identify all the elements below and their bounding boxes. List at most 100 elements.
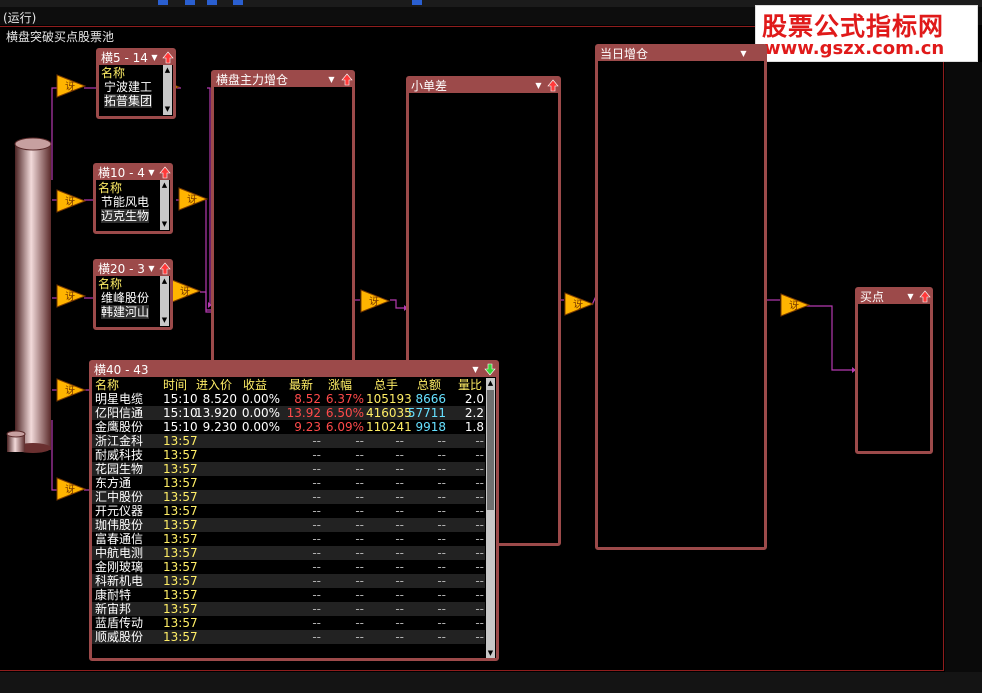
arrow-up-icon[interactable] bbox=[159, 166, 171, 179]
trigger-icon[interactable]: 讶 bbox=[56, 477, 87, 501]
table-row[interactable]: 蓝盾传动 13:57 -- -- -- -- -- bbox=[92, 616, 485, 630]
arrow-down-icon[interactable] bbox=[484, 363, 496, 376]
list-item[interactable]: 宁波建工 bbox=[104, 80, 152, 94]
cell-vol: -- bbox=[395, 588, 404, 602]
dropdown-menu-icon[interactable]: ▼ bbox=[470, 364, 481, 375]
node-heng10[interactable]: 横10 - 4 ▼ 名称 节能风电 迈克生物 ▲ ▼ bbox=[93, 163, 173, 234]
column-header[interactable]: 名称 bbox=[95, 378, 119, 392]
trigger-icon[interactable]: 讶 bbox=[360, 289, 391, 313]
dropdown-menu-icon[interactable]: ▼ bbox=[738, 48, 749, 59]
dropdown-menu-icon[interactable]: ▼ bbox=[533, 80, 544, 91]
cell-ret: 0.00% bbox=[241, 406, 280, 420]
cell-vol: -- bbox=[395, 602, 404, 616]
scroll-up-icon[interactable]: ▲ bbox=[160, 277, 169, 286]
vertical-scrollbar[interactable]: ▲ ▼ bbox=[160, 180, 169, 230]
vertical-scrollbar[interactable]: ▲ ▼ bbox=[163, 65, 172, 115]
vertical-scrollbar[interactable]: ▲ ▼ bbox=[486, 378, 495, 658]
dropdown-menu-icon[interactable]: ▼ bbox=[326, 74, 337, 85]
column-header[interactable]: 总额 bbox=[417, 378, 441, 392]
node-heng20[interactable]: 横20 - 3 ▼ 名称 维峰股份 韩建河山 ▲ ▼ bbox=[93, 259, 173, 330]
arrow-up-icon[interactable] bbox=[547, 79, 559, 92]
trigger-label: 讶 bbox=[789, 299, 799, 312]
scroll-down-icon[interactable]: ▼ bbox=[160, 220, 169, 229]
trigger-icon[interactable]: 讶 bbox=[178, 187, 209, 211]
dropdown-menu-icon[interactable]: ▼ bbox=[149, 52, 160, 63]
table-row[interactable]: 中航电测 13:57 -- -- -- -- -- bbox=[92, 546, 485, 560]
dropdown-menu-icon[interactable]: ▼ bbox=[146, 167, 157, 178]
column-header[interactable]: 进入价 bbox=[196, 378, 232, 392]
cell-name: 东方通 bbox=[95, 476, 132, 490]
column-header[interactable]: 总手 bbox=[374, 378, 398, 392]
table-row[interactable]: 开元仪器 13:57 -- -- -- -- -- bbox=[92, 504, 485, 518]
list-item[interactable]: 拓普集团 bbox=[104, 94, 153, 108]
arrow-up-icon[interactable] bbox=[919, 290, 931, 303]
dropdown-menu-icon[interactable]: ▼ bbox=[146, 263, 157, 274]
scroll-down-icon[interactable]: ▼ bbox=[160, 316, 169, 325]
table-row[interactable]: 顺威股份 13:57 -- -- -- -- -- bbox=[92, 630, 485, 644]
table-row[interactable]: 浙江金科 13:57 -- -- -- -- -- bbox=[92, 434, 485, 448]
scroll-down-icon[interactable]: ▼ bbox=[486, 648, 495, 658]
cell-amt: -- bbox=[437, 532, 446, 546]
list-item[interactable]: 维峰股份 bbox=[101, 291, 149, 305]
cell-chg: -- bbox=[355, 532, 364, 546]
column-header[interactable]: 收益 bbox=[243, 378, 267, 392]
stock-grid-window[interactable]: 横40 - 43 ▼ 名称 时间 进入价 收益 最新 涨幅 总手 总额 量比 明星电缆 15:10… bbox=[89, 360, 499, 661]
arrow-up-icon[interactable] bbox=[341, 73, 353, 86]
trigger-icon[interactable]: 讶 bbox=[56, 74, 87, 98]
column-header[interactable]: 时间 bbox=[163, 378, 187, 392]
trigger-icon[interactable]: 讶 bbox=[564, 292, 595, 316]
column-header[interactable]: 涨幅 bbox=[328, 378, 352, 392]
trigger-icon[interactable]: 讶 bbox=[56, 378, 87, 402]
table-row[interactable]: 新宙邦 13:57 -- -- -- -- -- bbox=[92, 602, 485, 616]
cell-vol: -- bbox=[395, 504, 404, 518]
scroll-down-icon[interactable]: ▼ bbox=[163, 105, 172, 114]
list-item[interactable]: 迈克生物 bbox=[101, 209, 150, 223]
table-row[interactable]: 富春通信 13:57 -- -- -- -- -- bbox=[92, 532, 485, 546]
dropdown-menu-icon[interactable]: ▼ bbox=[905, 291, 916, 302]
cell-qty: 2.0 bbox=[464, 392, 484, 406]
trigger-icon[interactable]: 讶 bbox=[171, 279, 202, 303]
table-row[interactable]: 亿阳信通 15:10 13.920 0.00% 13.92 6.50% 416035 5771… bbox=[92, 406, 485, 420]
cell-last: 9.23 bbox=[294, 420, 321, 434]
column-header[interactable]: 量比 bbox=[458, 378, 482, 392]
arrow-up-icon[interactable] bbox=[162, 51, 174, 64]
cell-ret: 0.00% bbox=[241, 420, 280, 434]
node-dangri-zengcang[interactable]: 当日增仓 ▼ bbox=[595, 44, 767, 550]
database-cylinder-icon[interactable] bbox=[14, 136, 52, 454]
list-item[interactable]: 韩建河山 bbox=[101, 305, 150, 319]
cell-chg: -- bbox=[355, 504, 364, 518]
table-row[interactable]: 科新机电 13:57 -- -- -- -- -- bbox=[92, 574, 485, 588]
table-row[interactable]: 金刚玻璃 13:57 -- -- -- -- -- bbox=[92, 560, 485, 574]
table-row[interactable]: 明星电缆 15:10 8.520 0.00% 8.52 6.37% 105193 8666 2.… bbox=[92, 392, 485, 406]
table-row[interactable]: 康耐特 13:57 -- -- -- -- -- bbox=[92, 588, 485, 602]
table-row[interactable]: 金鹰股份 15:10 9.230 0.00% 9.23 6.09% 110241 9918 1.… bbox=[92, 420, 485, 434]
cell-amt: -- bbox=[437, 434, 446, 448]
trigger-icon[interactable]: 讶 bbox=[56, 189, 87, 213]
cell-amt: -- bbox=[437, 462, 446, 476]
scrollbar-thumb[interactable] bbox=[487, 390, 494, 510]
node-maidian[interactable]: 买点 ▼ bbox=[855, 287, 933, 454]
scroll-up-icon[interactable]: ▲ bbox=[160, 181, 169, 190]
scroll-up-icon[interactable]: ▲ bbox=[486, 378, 495, 388]
trigger-icon[interactable]: 讶 bbox=[56, 284, 87, 308]
grid-body: 明星电缆 15:10 8.520 0.00% 8.52 6.37% 105193 8666 2.… bbox=[92, 392, 485, 658]
cell-name: 开元仪器 bbox=[95, 504, 144, 518]
cell-chg: 6.09% bbox=[325, 420, 364, 434]
table-row[interactable]: 花园生物 13:57 -- -- -- -- -- bbox=[92, 462, 485, 476]
cell-amt: -- bbox=[437, 588, 446, 602]
list-item[interactable]: 节能风电 bbox=[101, 195, 149, 209]
table-row[interactable]: 珈伟股份 13:57 -- -- -- -- -- bbox=[92, 518, 485, 532]
table-row[interactable]: 耐威科技 13:57 -- -- -- -- -- bbox=[92, 448, 485, 462]
trigger-icon[interactable]: 讶 bbox=[780, 293, 811, 317]
node-heng5[interactable]: 横5 - 14 ▼ 名称 宁波建工 拓普集团 ▲ ▼ bbox=[96, 48, 176, 119]
table-row[interactable]: 汇中股份 13:57 -- -- -- -- -- bbox=[92, 490, 485, 504]
vertical-scrollbar[interactable]: ▲ ▼ bbox=[160, 276, 169, 326]
arrow-up-icon[interactable] bbox=[159, 262, 171, 275]
table-row[interactable]: 东方通 13:57 -- -- -- -- -- bbox=[92, 476, 485, 490]
node-title: 买点 bbox=[860, 290, 885, 304]
cell-name: 花园生物 bbox=[95, 462, 144, 476]
cell-time: 13:57 bbox=[163, 574, 198, 588]
scroll-up-icon[interactable]: ▲ bbox=[163, 66, 172, 75]
cell-vol: 416035 bbox=[366, 406, 412, 420]
column-header[interactable]: 最新 bbox=[289, 378, 313, 392]
